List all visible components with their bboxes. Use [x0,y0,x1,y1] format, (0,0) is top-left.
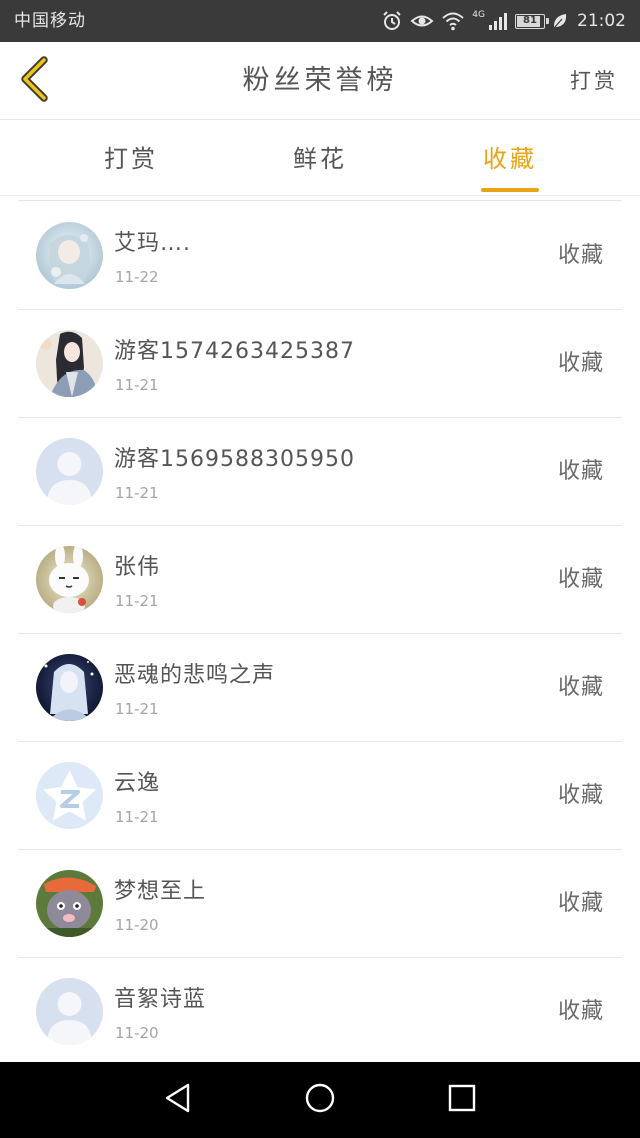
list-item[interactable]: 梦想至上 11-20 收藏 [0,850,640,958]
divider [18,200,622,201]
tab-favorites[interactable]: 收藏 [450,120,570,196]
user-name: 恶魂的悲鸣之声 [114,663,276,688]
battery-level: 81 [523,14,537,26]
fan-list: 艾玛…. 11-22 收藏 游客1574263425387 11-21 收藏 游… [0,200,640,1062]
avatar [36,762,103,829]
collect-date: 11-21 [115,808,159,826]
tab-label: 收藏 [483,145,537,173]
avatar [36,438,103,505]
signal-icon [488,10,508,32]
collect-date: 11-21 [115,592,159,610]
back-triangle-icon [163,1082,193,1118]
page-title: 粉丝荣誉榜 [242,65,398,96]
user-name: 艾玛…. [114,231,191,256]
avatar [36,870,103,937]
collect-label[interactable]: 收藏 [558,850,604,958]
nav-back-button[interactable] [158,1080,198,1120]
list-item[interactable]: 音絮诗蓝 11-20 收藏 [0,958,640,1062]
user-name: 音絮诗蓝 [114,987,207,1012]
reward-button[interactable]: 打赏 [570,42,618,120]
collect-date: 11-22 [115,268,159,286]
collect-label[interactable]: 收藏 [558,526,604,634]
nav-home-button[interactable] [300,1080,340,1120]
user-name: 张伟 [114,555,161,580]
avatar [36,546,103,613]
tab-label: 打赏 [104,145,158,173]
collect-label[interactable]: 收藏 [558,958,604,1062]
list-item[interactable]: 游客1569588305950 11-21 收藏 [0,418,640,526]
tab-bar: 打赏 鲜花 收藏 [0,120,640,196]
avatar [36,222,103,289]
list-item[interactable]: 云逸 11-21 收藏 [0,742,640,850]
tab-reward[interactable]: 打赏 [71,120,191,196]
status-bar: 中国移动 4G 81 21:02 [0,0,640,42]
tab-flowers[interactable]: 鲜花 [260,120,380,196]
leaf-icon [552,10,568,32]
list-item[interactable]: 恶魂的悲鸣之声 11-21 收藏 [0,634,640,742]
wifi-icon [441,10,465,32]
collect-label[interactable]: 收藏 [558,310,604,418]
list-item[interactable]: 艾玛…. 11-22 收藏 [0,202,640,310]
home-circle-icon [304,1082,336,1118]
system-nav-bar [0,1062,640,1138]
user-name: 游客1574263425387 [114,339,355,364]
collect-label[interactable]: 收藏 [558,202,604,310]
active-tab-indicator [481,188,539,192]
collect-date: 11-21 [115,484,159,502]
collect-label[interactable]: 收藏 [558,634,604,742]
collect-date: 11-21 [115,376,159,394]
status-icons: 4G 81 21:02 [381,0,626,42]
carrier-name: 中国移动 [14,11,86,31]
nav-recent-button[interactable] [442,1080,482,1120]
network-type: 4G [472,10,485,20]
collect-label[interactable]: 收藏 [558,742,604,850]
header-bar: 粉丝荣誉榜 打赏 [0,42,640,120]
eye-icon [410,10,434,32]
list-item[interactable]: 游客1574263425387 11-21 收藏 [0,310,640,418]
collect-date: 11-20 [115,1024,159,1042]
battery-icon: 81 [515,13,549,29]
user-name: 云逸 [114,771,161,796]
user-name: 游客1569588305950 [114,447,355,472]
recent-square-icon [447,1083,477,1117]
status-time: 21:02 [577,11,626,31]
collect-label[interactable]: 收藏 [558,418,604,526]
alarm-icon [381,10,403,32]
collect-date: 11-21 [115,700,159,718]
avatar [36,330,103,397]
user-name: 梦想至上 [114,879,207,904]
list-item[interactable]: 张伟 11-21 收藏 [0,526,640,634]
tab-label: 鲜花 [293,145,347,173]
avatar [36,654,103,721]
avatar [36,978,103,1045]
collect-date: 11-20 [115,916,159,934]
